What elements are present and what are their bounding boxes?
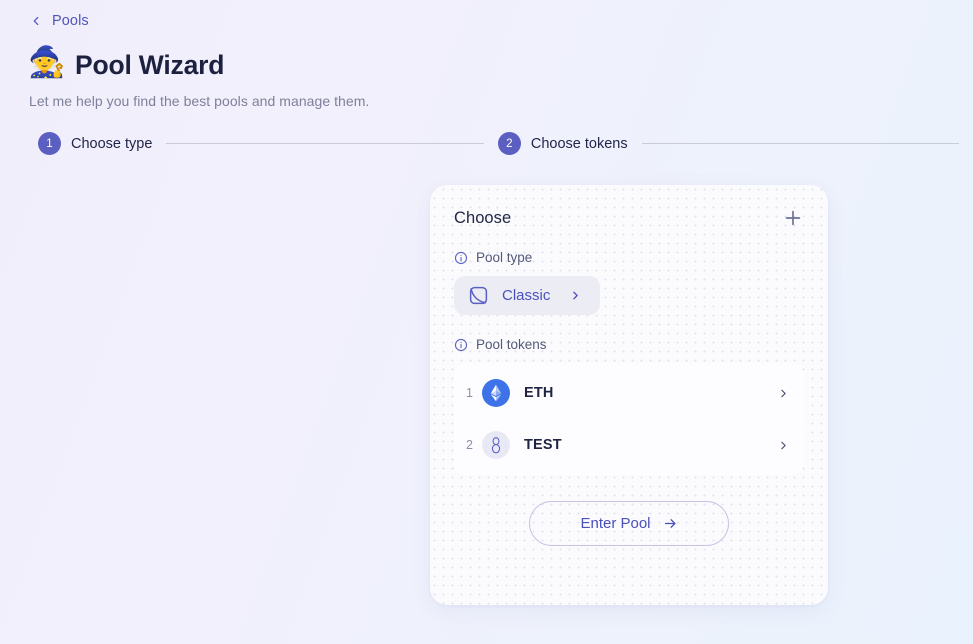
breadcrumb[interactable]: Pools: [29, 13, 89, 29]
stepper-connector: [641, 143, 959, 144]
step-label: Choose type: [71, 135, 153, 152]
page-subtitle: Let me help you find the best pools and …: [29, 93, 370, 109]
enter-pool-button[interactable]: Enter Pool: [529, 501, 729, 546]
pool-type-label: Pool type: [476, 250, 533, 265]
card-footer: Enter Pool: [454, 501, 804, 546]
pool-type-selector[interactable]: Classic: [454, 276, 601, 315]
chevron-left-icon: [29, 14, 43, 28]
token-index: 1: [466, 386, 473, 400]
ethereum-logo: [482, 379, 510, 407]
step-number-badge: 2: [497, 132, 521, 155]
step-number-badge: 1: [38, 132, 61, 155]
step-label: Choose tokens: [530, 135, 628, 152]
chevron-right-icon: [777, 439, 790, 452]
step-choose-type[interactable]: 1 Choose type: [38, 132, 152, 155]
pool-tokens-list: 1 ETH 2 TEST: [454, 363, 804, 475]
info-icon[interactable]: [454, 338, 468, 352]
info-icon[interactable]: [454, 251, 468, 265]
wizard-emoji: 🧙: [28, 46, 66, 79]
token-symbol: ETH: [524, 385, 554, 401]
pool-tokens-label-row: Pool tokens: [454, 337, 804, 352]
pool-type-value: Classic: [502, 287, 551, 304]
pool-wizard-card: Choose Pool type Classic Pool tokens 1 E…: [430, 185, 828, 605]
token-row-test[interactable]: 2 TEST: [454, 419, 804, 471]
card-header: Choose: [454, 207, 804, 229]
classic-pool-icon: [468, 285, 489, 306]
chevron-right-icon: [777, 387, 790, 400]
step-choose-tokens[interactable]: 2 Choose tokens: [497, 132, 628, 155]
stepper-connector: [166, 143, 484, 144]
chevron-right-icon: [569, 289, 582, 302]
test-token-logo: [482, 431, 510, 459]
card-title: Choose: [454, 209, 512, 227]
wizard-stepper: 1 Choose type 2 Choose tokens: [38, 132, 973, 155]
page-title: Pool Wizard: [75, 49, 225, 80]
token-row-eth[interactable]: 1 ETH: [454, 367, 804, 419]
enter-pool-label: Enter Pool: [580, 515, 651, 532]
page-header: 🧙 Pool Wizard: [28, 48, 224, 82]
plus-icon[interactable]: [782, 207, 804, 229]
token-index: 2: [466, 438, 473, 452]
pool-type-label-row: Pool type: [454, 250, 804, 265]
token-symbol: TEST: [524, 437, 562, 453]
arrow-right-icon: [663, 516, 678, 531]
pool-tokens-label: Pool tokens: [476, 337, 547, 352]
breadcrumb-label: Pools: [52, 13, 89, 29]
